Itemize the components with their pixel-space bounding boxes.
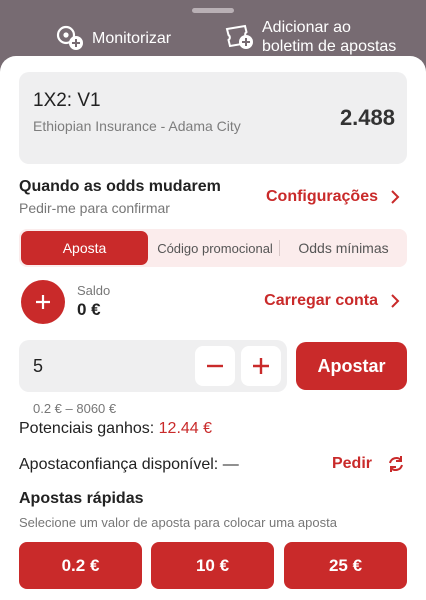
chevron-right-icon <box>391 294 400 308</box>
topup-link[interactable]: Carregar conta <box>264 292 400 310</box>
minus-icon <box>207 364 223 368</box>
potential-amount: 12.44 € <box>158 420 213 437</box>
stake-value[interactable]: 5 <box>33 356 43 377</box>
top-overlay: Monitorizar Adicionar ao boletim de apos… <box>0 0 426 60</box>
bet-tabs: Aposta Código promocional Odds mínimas <box>19 229 407 267</box>
potential-winnings: Potenciais ganhos: 12.44 € <box>19 420 212 438</box>
odds-change-subtitle: Pedir-me para confirmar <box>19 200 170 216</box>
increase-stake-button[interactable] <box>241 346 281 386</box>
tab-bet[interactable]: Aposta <box>21 231 148 265</box>
decrease-stake-button[interactable] <box>195 346 235 386</box>
event-name: Ethiopian Insurance - Adama City <box>33 118 241 134</box>
sheet-grabber[interactable] <box>192 8 234 13</box>
plus-icon <box>36 295 50 309</box>
quick-bet-button[interactable]: 25 € <box>284 542 407 589</box>
market-name: 1X2: V1 <box>33 90 101 111</box>
confidence-bet-status: Apostaconfiança disponível: — <box>19 456 239 473</box>
add-to-betslip-label: Adicionar ao boletim de apostas <box>262 19 397 55</box>
balance-value: 0 € <box>77 300 101 319</box>
tab-minimum-odds[interactable]: Odds mínimas <box>282 231 405 265</box>
plus-icon <box>253 358 269 374</box>
balance-label: Saldo <box>77 283 111 298</box>
ticket-plus-icon <box>224 23 256 51</box>
ask-label: Pedir <box>331 455 372 472</box>
stake-range: 0.2 € – 8060 € <box>33 401 117 416</box>
ask-confidence-button[interactable]: Pedir <box>332 454 406 474</box>
betslip-sheet: 1X2: V1 Ethiopian Insurance - Adama City… <box>0 56 426 600</box>
quick-bet-button[interactable]: 10 € <box>151 542 274 589</box>
tab-divider <box>279 240 280 256</box>
stake-input[interactable]: 5 <box>19 340 287 392</box>
potential-label: Potenciais ganhos: <box>19 420 155 437</box>
selection-card: 1X2: V1 Ethiopian Insurance - Adama City… <box>19 72 407 164</box>
monitor-label: Monitorizar <box>92 29 172 47</box>
odds-change-title: Quando as odds mudarem <box>19 178 221 195</box>
odds-change-section: Quando as odds mudarem Pedir-me para con… <box>19 178 221 216</box>
quick-bets-subtitle: Selecione um valor de aposta para coloca… <box>19 515 337 530</box>
monitor-button[interactable]: Monitorizar <box>54 24 171 52</box>
settings-link[interactable]: Configurações <box>266 188 400 206</box>
odd-value: 2.488 <box>339 105 395 130</box>
place-bet-button[interactable]: Apostar <box>296 342 407 390</box>
topup-label: Carregar conta <box>264 292 378 309</box>
quick-bet-button[interactable]: 0.2 € <box>19 542 142 589</box>
chevron-right-icon <box>391 190 400 204</box>
deposit-plus-button[interactable] <box>21 280 65 324</box>
add-to-betslip-button[interactable]: Adicionar ao boletim de apostas <box>224 18 396 56</box>
monitor-plus-icon <box>54 24 86 52</box>
quick-bets-title: Apostas rápidas <box>19 490 144 507</box>
settings-label: Configurações <box>265 188 378 205</box>
refresh-icon <box>389 456 403 472</box>
tab-promo-code[interactable]: Código promocional <box>150 231 280 265</box>
